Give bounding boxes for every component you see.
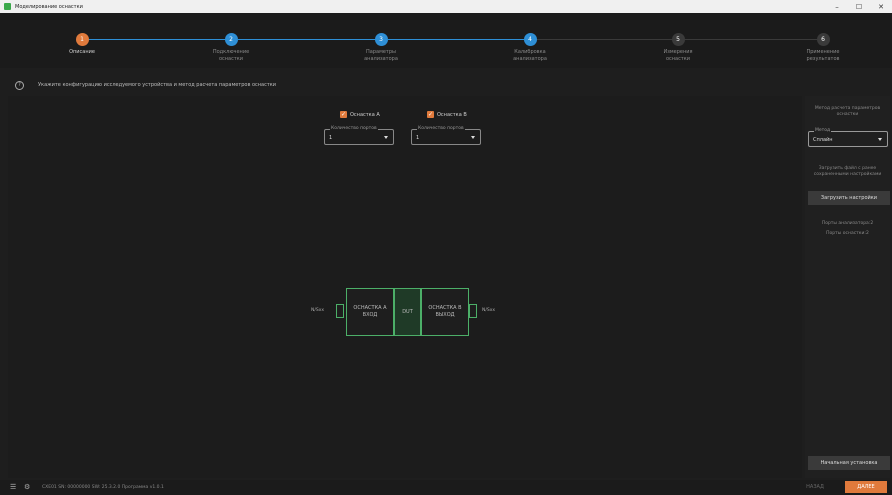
checkbox-label: Оснастка A [350, 111, 380, 118]
gear-icon[interactable]: ⚙ [24, 484, 32, 491]
step-number: 4 [523, 33, 537, 46]
checkbox-checked-icon: ✓ [427, 111, 434, 118]
method-title-line: Метод расчета параметров [814, 106, 881, 111]
step-3[interactable]: 3 Параметры анализатора [336, 33, 426, 63]
chevron-down-icon [384, 136, 388, 139]
left-port [336, 304, 344, 318]
status-text: CXE01 SN: 00000000 SW: 25.3.2.0 Программ… [42, 485, 164, 490]
chevron-down-icon [878, 138, 882, 141]
step-number: 1 [75, 33, 89, 46]
step-number: 5 [671, 33, 685, 46]
step-6[interactable]: 6 Применение результатов [778, 33, 868, 63]
select-legend: Метод [814, 128, 832, 133]
block-title: ОСНАСТКА A [353, 305, 387, 311]
window-title: Моделирование оснастки [15, 3, 83, 10]
load-hint-line: Загрузить файл с ранее [818, 166, 877, 171]
hint-bar: ? Укажите конфигурацию исследуемого устр… [0, 78, 892, 92]
step-label: Применение [806, 49, 840, 55]
step-number: 2 [224, 33, 238, 46]
step-label: Описание [69, 49, 95, 55]
step-4[interactable]: 4 Калибровка анализатора [485, 33, 575, 63]
config-area: ✓ Оснастка A ✓ Оснастка B Количество пор… [8, 96, 802, 478]
step-label: анализатора [364, 56, 398, 62]
load-hint-line: сохраненными настройками [813, 172, 882, 177]
step-label: Подключение [212, 49, 250, 55]
method-title-line: оснастки [836, 112, 859, 117]
side-panel: Метод расчета параметров оснастки Метод … [805, 96, 890, 478]
port-label-left: N/Sxx [311, 308, 325, 313]
menu-icon[interactable]: ☰ [10, 484, 18, 491]
block-subtitle: ВХОД [362, 312, 378, 318]
chevron-down-icon [471, 136, 475, 139]
select-value: 1 [329, 135, 333, 141]
method-select[interactable]: Метод Сплайн [808, 128, 888, 147]
fixture-a-checkbox[interactable]: ✓ Оснастка A [340, 111, 380, 118]
dut-label: DUT [402, 309, 413, 315]
app-icon [4, 3, 11, 10]
close-button[interactable]: ✕ [870, 0, 892, 13]
block-title: ОСНАСТКА B [428, 305, 462, 311]
ports-b-select[interactable]: Количество портов 1 [411, 126, 481, 145]
select-legend: Количество портов [417, 126, 465, 131]
select-legend: Количество портов [330, 126, 378, 131]
fixture-b-block: ОСНАСТКА B ВЫХОД [421, 288, 469, 336]
select-value: 1 [416, 135, 420, 141]
status-bar: ☰ ⚙ CXE01 SN: 00000000 SW: 25.3.2.0 Прог… [0, 480, 892, 495]
select-value: Сплайн [813, 137, 833, 143]
dut-block: DUT [394, 288, 421, 336]
port-label-right: N/Sxx [482, 308, 496, 313]
step-number: 6 [816, 33, 830, 46]
step-5[interactable]: 5 Измерения оснастки [633, 33, 723, 63]
fixture-a-block: ОСНАСТКА A ВХОД [346, 288, 394, 336]
right-port [469, 304, 477, 318]
maximize-button[interactable]: ☐ [848, 0, 870, 13]
step-label: Калибровка [514, 49, 546, 55]
fixture-b-checkbox[interactable]: ✓ Оснастка B [427, 111, 467, 118]
reset-button[interactable]: Начальная установка [808, 456, 890, 470]
step-label: Параметры [366, 49, 396, 55]
wizard-stepper: 1 Описание 2 Подключение оснастки 3 Парам… [0, 13, 892, 68]
checkbox-label: Оснастка B [437, 111, 467, 118]
hint-text: Укажите конфигурацию исследуемого устрой… [38, 82, 277, 88]
method-title: Метод расчета параметров оснастки [805, 106, 890, 118]
step-label: анализатора [513, 56, 547, 62]
ports-analyzer: Порты анализатора:2 [821, 221, 874, 226]
step-label: результатов [806, 56, 840, 62]
minimize-button[interactable]: – [826, 0, 848, 13]
ports-a-select[interactable]: Количество портов 1 [324, 126, 394, 145]
checkbox-checked-icon: ✓ [340, 111, 347, 118]
step-label: оснастки [665, 56, 691, 62]
title-bar: Моделирование оснастки – ☐ ✕ [0, 0, 892, 13]
step-label: Измерения [663, 49, 693, 55]
block-subtitle: ВЫХОД [435, 312, 455, 318]
step-number: 3 [374, 33, 388, 46]
load-hint: Загрузить файл с ранее сохраненными наст… [805, 166, 890, 178]
load-settings-button[interactable]: Загрузить настройки [808, 191, 890, 205]
back-button[interactable]: НАЗАД [800, 483, 830, 492]
ports-fixture: Порты оснастки:2 [826, 231, 869, 236]
step-label: оснастки [218, 56, 244, 62]
step-2[interactable]: 2 Подключение оснастки [186, 33, 276, 63]
help-icon[interactable]: ? [15, 80, 24, 90]
next-button[interactable]: ДАЛЕЕ [845, 481, 887, 493]
step-1[interactable]: 1 Описание [37, 33, 127, 56]
